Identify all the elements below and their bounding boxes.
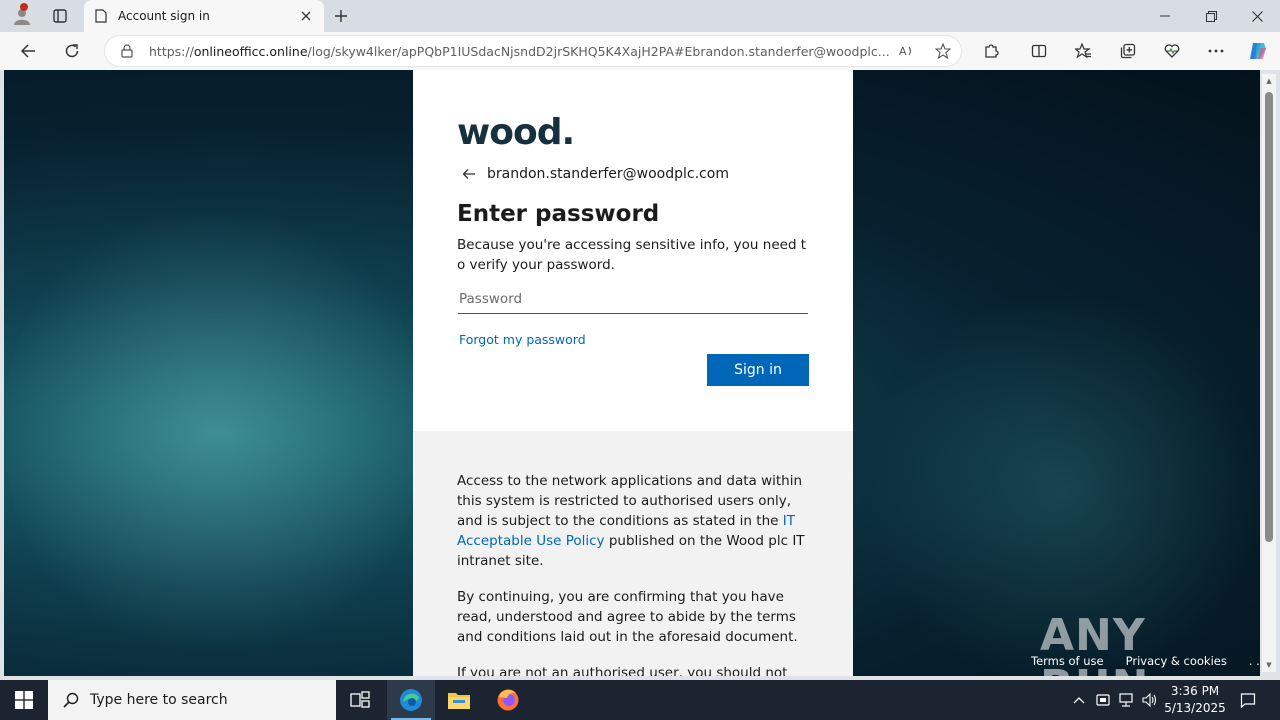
close-icon bbox=[1251, 10, 1263, 22]
copilot-icon[interactable] bbox=[1242, 37, 1274, 65]
url-scheme: https:// bbox=[149, 43, 194, 59]
back-arrow-icon bbox=[20, 44, 35, 58]
minimize-button[interactable] bbox=[1142, 0, 1188, 32]
volume-icon[interactable] bbox=[1139, 680, 1161, 720]
identity-row[interactable]: brandon.standerfer@woodplc.com bbox=[461, 166, 729, 182]
more-options-link[interactable]: . . . bbox=[1249, 654, 1260, 668]
network-icon[interactable] bbox=[1115, 680, 1137, 720]
signin-description: Because you're accessing sensitive info,… bbox=[457, 237, 807, 273]
search-icon bbox=[62, 691, 80, 709]
clock-time: 3:36 PM bbox=[1170, 684, 1220, 698]
signin-card: wood. brandon.standerfer@woodplc.com Ent… bbox=[413, 70, 853, 431]
page-title: Enter password bbox=[457, 201, 660, 227]
favorites-icon[interactable] bbox=[1067, 37, 1099, 65]
password-field[interactable] bbox=[458, 284, 808, 314]
close-icon[interactable] bbox=[298, 8, 314, 24]
svg-text:A: A bbox=[899, 45, 907, 58]
refresh-icon bbox=[65, 44, 79, 58]
notice-paragraph-1: Access to the network applications and d… bbox=[457, 471, 813, 571]
taskbar: Type here to search 3:36 PM 5/13/2025 bbox=[0, 680, 1280, 720]
chevron-up-icon[interactable] bbox=[1068, 680, 1090, 720]
notice-paragraph-3: If you are not an authorised user, you s… bbox=[457, 665, 788, 676]
minimize-icon bbox=[1160, 15, 1170, 17]
wood-logo: wood. bbox=[457, 112, 575, 153]
refresh-button[interactable] bbox=[56, 37, 88, 65]
taskbar-search[interactable]: Type here to search bbox=[48, 680, 336, 720]
star-icon[interactable] bbox=[925, 37, 961, 65]
read-aloud-icon[interactable]: A bbox=[889, 37, 925, 65]
window-close-button[interactable] bbox=[1234, 0, 1280, 32]
meet-now-icon[interactable] bbox=[1092, 680, 1114, 720]
clock-date: 5/13/2025 bbox=[1164, 701, 1226, 715]
footer-links: Terms of use Privacy & cookies . . . bbox=[1031, 654, 1260, 668]
background-glow-left bbox=[4, 190, 424, 670]
identity-email: brandon.standerfer@woodplc.com bbox=[487, 166, 729, 182]
file-explorer-icon[interactable] bbox=[435, 680, 483, 720]
back-arrow-icon[interactable] bbox=[461, 166, 477, 182]
restore-button[interactable] bbox=[1188, 0, 1234, 32]
system-clock[interactable]: 3:36 PM 5/13/2025 bbox=[1160, 683, 1230, 717]
browser-toolbar: https://onlineofficc.online/log/skyw4lke… bbox=[0, 32, 1280, 70]
lock-icon[interactable] bbox=[119, 43, 135, 59]
edge-taskbar-icon[interactable] bbox=[387, 680, 435, 720]
collections-icon[interactable] bbox=[1112, 37, 1144, 65]
start-button[interactable] bbox=[0, 680, 48, 720]
tab-actions-icon[interactable] bbox=[46, 4, 74, 28]
address-bar[interactable]: https://onlineofficc.online/log/skyw4lke… bbox=[104, 35, 962, 67]
heart-pulse-icon[interactable] bbox=[1156, 37, 1188, 65]
scroll-up-icon[interactable]: ▲ bbox=[1264, 76, 1274, 86]
back-button[interactable] bbox=[12, 37, 44, 65]
search-placeholder: Type here to search bbox=[90, 692, 228, 708]
notifications-icon[interactable] bbox=[1230, 680, 1266, 720]
notification-dot bbox=[20, 3, 28, 11]
notice-text: Access to the network applications and d… bbox=[457, 473, 803, 529]
scroll-down-icon[interactable]: ▼ bbox=[1264, 660, 1274, 670]
tab-title: Account sign in bbox=[118, 9, 210, 23]
more-icon[interactable] bbox=[1200, 37, 1232, 65]
title-bar: Account sign in bbox=[0, 0, 1280, 32]
restore-icon bbox=[1205, 10, 1217, 22]
privacy-cookies-link[interactable]: Privacy & cookies bbox=[1126, 654, 1227, 668]
terms-of-use-link[interactable]: Terms of use bbox=[1031, 654, 1104, 668]
plus-icon bbox=[335, 10, 347, 22]
vertical-scrollbar[interactable]: ▲ ▼ bbox=[1262, 74, 1276, 672]
puzzle-icon[interactable] bbox=[975, 37, 1007, 65]
split-screen-icon[interactable] bbox=[1023, 37, 1055, 65]
notice-paragraph-2: By continuing, you are confirming that y… bbox=[457, 589, 798, 645]
windows-icon bbox=[15, 691, 33, 709]
url-text[interactable]: https://onlineofficc.online/log/skyw4lke… bbox=[149, 44, 889, 59]
new-tab-button[interactable] bbox=[328, 4, 354, 28]
browser-tab[interactable]: Account sign in bbox=[84, 0, 324, 32]
firefox-icon[interactable] bbox=[484, 680, 532, 720]
sign-in-button[interactable]: Sign in bbox=[707, 354, 809, 386]
url-path: /log/skyw4lker/apPQbP1IUSdacNjsndD2jrSKH… bbox=[307, 43, 889, 59]
scroll-thumb[interactable] bbox=[1265, 92, 1273, 542]
url-domain: onlineofficc.online bbox=[193, 43, 308, 59]
legal-notice: Access to the network applications and d… bbox=[413, 431, 853, 676]
task-view-icon[interactable] bbox=[336, 680, 384, 720]
page-icon bbox=[94, 9, 108, 23]
forgot-password-link[interactable]: Forgot my password bbox=[459, 332, 586, 347]
page-viewport: wood. brandon.standerfer@woodplc.com Ent… bbox=[4, 70, 1260, 676]
